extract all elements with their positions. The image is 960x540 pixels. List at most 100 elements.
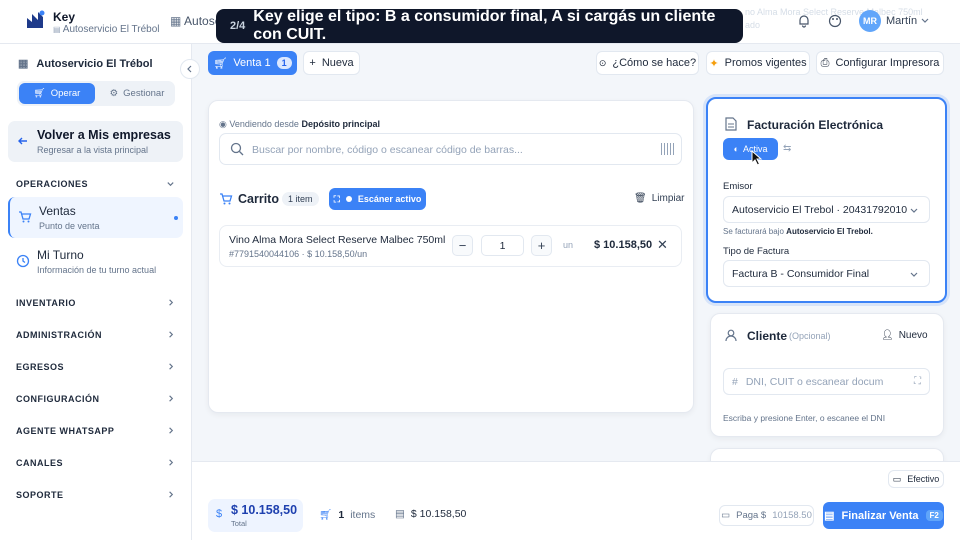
subtotal-summary: ▤ $ 10.158,50 (395, 508, 466, 520)
user-name[interactable]: Martín (886, 15, 917, 27)
section-operaciones[interactable]: OPERACIONES (16, 179, 88, 189)
scan-icon: ⛶ (333, 193, 340, 204)
user-plus-icon: 👤︎ (881, 330, 894, 341)
back-title: Volver a Mis empresas (37, 128, 171, 142)
chevron-right-icon (169, 459, 174, 466)
finalizar-icon: ▤ (824, 510, 835, 522)
nueva-venta-button[interactable]: + Nueva (303, 51, 360, 75)
section-egresos[interactable]: EGRESOS (16, 362, 64, 372)
store-small-icon: ▤ (53, 25, 63, 34)
cart-icon (220, 193, 233, 205)
trash-icon: 🗑︎ (634, 193, 647, 204)
paga-input[interactable]: ▭ Paga $ 10158.50 (719, 505, 814, 526)
breadcrumb[interactable]: ▦ Autose (170, 14, 221, 28)
scanner-toggle[interactable]: ⛶ Escáner activo (329, 188, 426, 210)
promos-button[interactable]: ✦ Promos vigentes (706, 51, 810, 75)
paga-value: 10158.50 (772, 510, 812, 521)
efectivo-label: Efectivo (907, 474, 940, 484)
printer-icon: ⎙ (820, 56, 830, 69)
section-administracion[interactable]: ADMINISTRACIÓN (16, 330, 102, 340)
switch-arrows-icon[interactable]: ⇆ (783, 143, 791, 154)
cart-icon: 🛒︎ (213, 57, 228, 70)
chevron-right-icon (169, 299, 174, 306)
user-icon (725, 329, 737, 342)
section-configuracion[interactable]: CONFIGURACIÓN (16, 394, 100, 404)
mode-gestionar-button[interactable]: ⚙ Gestionar (99, 83, 175, 104)
cart-count: 1 item (282, 192, 319, 206)
decrease-qty-button[interactable]: − (452, 235, 473, 256)
tab-venta-1[interactable]: 🛒︎ Venta 1 1 (208, 51, 297, 75)
store-selector[interactable]: ▦ Autoservicio El Trébol (18, 57, 153, 71)
chevron-right-icon (169, 491, 174, 498)
clear-cart-button[interactable]: 🗑︎ Limpiar (634, 193, 685, 204)
item-unit-price: $ 10.158,50/un (307, 249, 368, 259)
scan-id-icon[interactable]: ⛶ (914, 376, 921, 387)
se-facturara-name: Autoservicio El Trebol. (786, 227, 873, 236)
finalizar-venta-button[interactable]: ▤ Finalizar Venta F2 (823, 502, 944, 529)
item-unit: un (563, 240, 574, 250)
section-agente-whatsapp[interactable]: AGENTE WHATSAPP (16, 426, 114, 436)
bell-icon[interactable] (797, 14, 811, 28)
arrow-left-icon (18, 137, 27, 145)
items-count: 1 (338, 508, 345, 521)
vendiendo-label: Vendiendo desde (229, 119, 299, 129)
clear-label: Limpiar (651, 193, 685, 204)
quantity-input[interactable]: 1 (481, 235, 524, 256)
increase-qty-button[interactable]: + (531, 235, 552, 256)
chevron-down-icon[interactable] (920, 15, 930, 25)
chevron-down-icon (910, 208, 918, 213)
items-label: items (350, 508, 376, 521)
sidebar-item-ventas[interactable]: Ventas Punto de venta (8, 197, 183, 238)
tipo-factura-select[interactable]: Factura B - Consumidor Final (723, 260, 930, 287)
sparkle-icon: ✦ (709, 57, 719, 70)
nueva-label: Nueva (321, 57, 354, 69)
back-to-companies-button[interactable]: Volver a Mis empresas Regresar a la vist… (8, 121, 183, 162)
toggle-icon: ◐ (733, 144, 739, 154)
como-se-hace-button[interactable]: ⊙ ¿Cómo se hace? (596, 51, 699, 75)
facturacion-title: Facturación Electrónica (747, 118, 884, 132)
chevron-left-icon (187, 65, 192, 73)
ventas-sub: Punto de venta (39, 221, 100, 231)
nuevo-cliente-button[interactable]: 👤︎ Nuevo (881, 330, 928, 341)
avatar[interactable]: MR (859, 10, 881, 32)
gear-icon: ⚙ (109, 88, 119, 99)
chevron-down-icon (167, 182, 174, 187)
emisor-select[interactable]: Autoservicio El Trebol · 20431792010 (723, 196, 930, 223)
section-soporte[interactable]: SOPORTE (16, 490, 64, 500)
vendiendo-desde: ◉ Vendiendo desde Depósito principal (219, 119, 380, 130)
section-inventario[interactable]: INVENTARIO (16, 298, 76, 308)
payment-method-button[interactable]: ▭ Efectivo (888, 470, 944, 488)
cliente-search-input[interactable]: # DNI, CUIT o escanear docum ⛶ (723, 368, 930, 395)
tooltip-message: Key elige el tipo: B a consumidor final,… (253, 8, 716, 43)
impresora-label: Configurar Impresora (835, 57, 940, 69)
remove-item-button[interactable]: ✕ (657, 237, 668, 253)
onboarding-tooltip: 2/4 Key elige el tipo: B a consumidor fi… (216, 8, 743, 43)
tipo-factura-label: Tipo de Factura (723, 246, 790, 257)
product-search-input[interactable]: Buscar por nombre, código o escanear cód… (219, 133, 682, 165)
se-facturara-note: Se facturará bajo Autoservicio El Trebol… (723, 227, 873, 236)
store-name: Autoservicio El Trébol (36, 57, 153, 70)
total-value: $ 10.158,50 (231, 503, 298, 517)
clock-icon (16, 254, 30, 268)
turno-sub: Información de tu turno actual (37, 265, 157, 275)
cart-icon: 🛒︎ (33, 88, 46, 99)
nuevo-cliente-label: Nuevo (898, 330, 928, 341)
emisor-value: Autoservicio El Trebol · 20431792010 (732, 203, 908, 216)
cart-icon (19, 211, 32, 223)
section-canales[interactable]: CANALES (16, 458, 63, 468)
palette-icon[interactable] (828, 14, 842, 28)
logo-icon (27, 10, 45, 28)
cliente-placeholder: DNI, CUIT o escanear docum (745, 375, 884, 388)
tipo-factura-value: Factura B - Consumidor Final (732, 267, 870, 280)
building-icon: ▦ (170, 14, 185, 28)
mode-operar-button[interactable]: 🛒︎ Operar (19, 83, 95, 104)
se-facturara-text: Se facturará bajo (723, 227, 784, 236)
mode-switch: 🛒︎ Operar ⚙ Gestionar (17, 81, 175, 106)
active-dot (174, 216, 178, 220)
barcode-icon[interactable] (661, 143, 675, 155)
tooltip-step: 2/4 (230, 20, 246, 32)
sidebar-item-mi-turno[interactable]: Mi Turno Información de tu turno actual (8, 241, 183, 282)
configurar-impresora-button[interactable]: ⎙ Configurar Impresora (816, 51, 944, 75)
chevron-down-icon (910, 272, 918, 277)
collapse-sidebar-button[interactable] (180, 59, 200, 79)
